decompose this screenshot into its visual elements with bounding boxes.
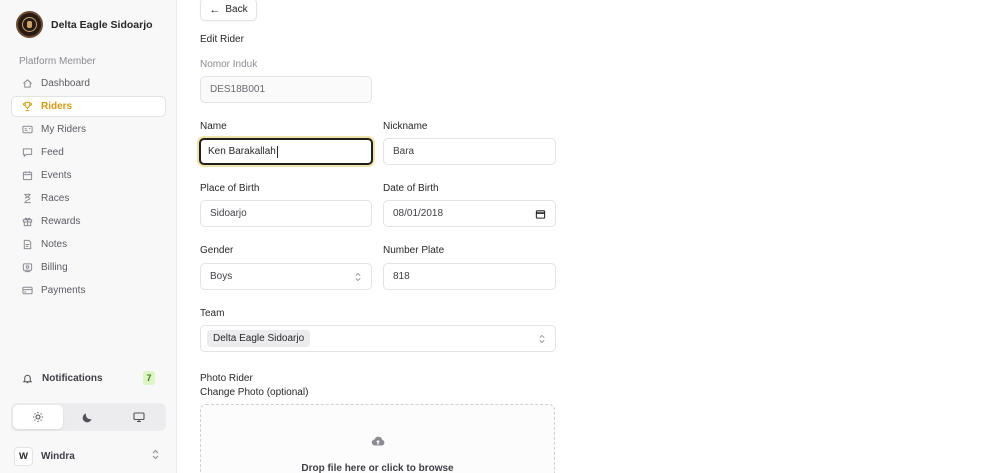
chevron-up-down-icon [538, 334, 546, 344]
team-select[interactable]: Delta Eagle Sidoarjo [200, 325, 556, 352]
dropzone-text: Drop file here or click to browse [301, 463, 454, 473]
number-plate-value: 818 [393, 271, 410, 282]
name-label: Name [200, 121, 227, 132]
nickname-value: Bara [393, 146, 415, 157]
arrow-left-icon: ← [209, 3, 221, 16]
photo-dropzone[interactable]: Drop file here or click to browse [200, 404, 555, 473]
brand[interactable]: Delta Eagle Sidoarjo [16, 11, 153, 38]
name-value: Ken Barakallah [208, 146, 276, 157]
sidebar-item-label: Payments [41, 285, 86, 296]
sidebar-item-label: Notes [41, 239, 68, 250]
calendar-icon [21, 170, 33, 182]
sidebar-item-rewards[interactable]: Rewards [11, 211, 166, 232]
back-button[interactable]: ← Back [200, 0, 257, 21]
sidebar-item-label: Dashboard [41, 78, 90, 89]
user-name: Windra [41, 450, 75, 462]
gender-select[interactable]: Boys [200, 263, 372, 290]
photo-rider-label: Photo Rider [200, 373, 253, 384]
monitor-icon [133, 411, 145, 423]
page-title: Edit Rider [200, 34, 244, 45]
nickname-label: Nickname [383, 121, 428, 132]
nickname-field[interactable]: Bara [383, 138, 556, 165]
sidebar-item-label: Riders [41, 101, 73, 112]
sidebar-item-label: My Riders [41, 124, 87, 135]
gender-label: Gender [200, 245, 234, 256]
sidebar-item-dashboard[interactable]: Dashboard [11, 73, 166, 94]
moon-icon [82, 411, 94, 423]
sidebar-item-riders[interactable]: Riders [11, 96, 166, 117]
sun-icon [32, 411, 44, 423]
team-chip: Delta Eagle Sidoarjo [207, 330, 311, 347]
back-button-label: Back [225, 4, 248, 15]
sidebar-item-my-riders[interactable]: My Riders [11, 119, 166, 140]
sidebar-item-billing[interactable]: Billing [11, 257, 166, 278]
credit-card-icon [21, 285, 33, 297]
notifications-count-badge: 7 [143, 371, 155, 385]
nav-section-label: Platform Member [19, 56, 96, 67]
team-label: Team [200, 308, 225, 319]
gift-icon [21, 216, 33, 228]
avatar: W [14, 446, 33, 466]
notifications-label: Notifications [42, 372, 103, 384]
chat-icon [21, 147, 33, 159]
theme-dark-button[interactable] [63, 405, 113, 429]
date-of-birth-field[interactable]: 08/01/2018 [383, 200, 556, 227]
chevron-up-down-icon [354, 272, 362, 282]
place-of-birth-label: Place of Birth [200, 183, 260, 194]
sidebar-nav: Dashboard Riders My Riders Feed Events R… [11, 73, 166, 303]
document-icon [21, 239, 33, 251]
place-of-birth-value: Sidoarjo [210, 208, 247, 219]
theme-switcher [11, 403, 166, 431]
sidebar-item-payments[interactable]: Payments [11, 280, 166, 301]
sidebar-item-label: Billing [41, 262, 68, 273]
sidebar-item-label: Races [41, 193, 70, 204]
number-plate-label: Number Plate [383, 245, 445, 256]
nomor-induk-label: Nomor Induk [200, 59, 258, 70]
place-of-birth-field[interactable]: Sidoarjo [200, 200, 372, 227]
gender-value: Boys [210, 271, 233, 282]
receipt-icon [21, 262, 33, 274]
nomor-induk-field: DES18B001 [200, 76, 372, 103]
sidebar-item-label: Rewards [41, 216, 81, 227]
sidebar-item-feed[interactable]: Feed [11, 142, 166, 163]
change-photo-label: Change Photo (optional) [200, 387, 309, 398]
sidebar-item-label: Feed [41, 147, 64, 158]
chevron-up-down-icon [151, 449, 160, 463]
text-caret [276, 145, 278, 158]
team-logo [16, 11, 43, 38]
theme-system-button[interactable] [114, 405, 164, 429]
date-of-birth-value: 08/01/2018 [393, 208, 444, 219]
date-of-birth-label: Date of Birth [383, 183, 439, 194]
brand-name: Delta Eagle Sidoarjo [51, 18, 153, 31]
sidebar-item-notes[interactable]: Notes [11, 234, 166, 255]
user-menu[interactable]: W Windra [14, 445, 160, 467]
sidebar: Delta Eagle Sidoarjo Platform Member Das… [0, 0, 177, 473]
cloud-upload-icon [371, 434, 385, 448]
bell-icon [22, 373, 33, 384]
home-icon [21, 78, 33, 90]
number-plate-field[interactable]: 818 [383, 263, 556, 290]
theme-light-button[interactable] [13, 405, 64, 429]
trophy-icon [21, 101, 33, 113]
sidebar-item-events[interactable]: Events [11, 165, 166, 186]
hourglass-icon [21, 193, 33, 205]
sidebar-item-races[interactable]: Races [11, 188, 166, 209]
sidebar-item-label: Events [41, 170, 72, 181]
nomor-induk-value: DES18B001 [210, 84, 266, 95]
id-card-icon [21, 124, 33, 136]
notifications-item[interactable]: Notifications 7 [22, 369, 155, 387]
calendar-icon[interactable] [535, 208, 546, 219]
name-field[interactable]: Ken Barakallah [199, 138, 373, 165]
